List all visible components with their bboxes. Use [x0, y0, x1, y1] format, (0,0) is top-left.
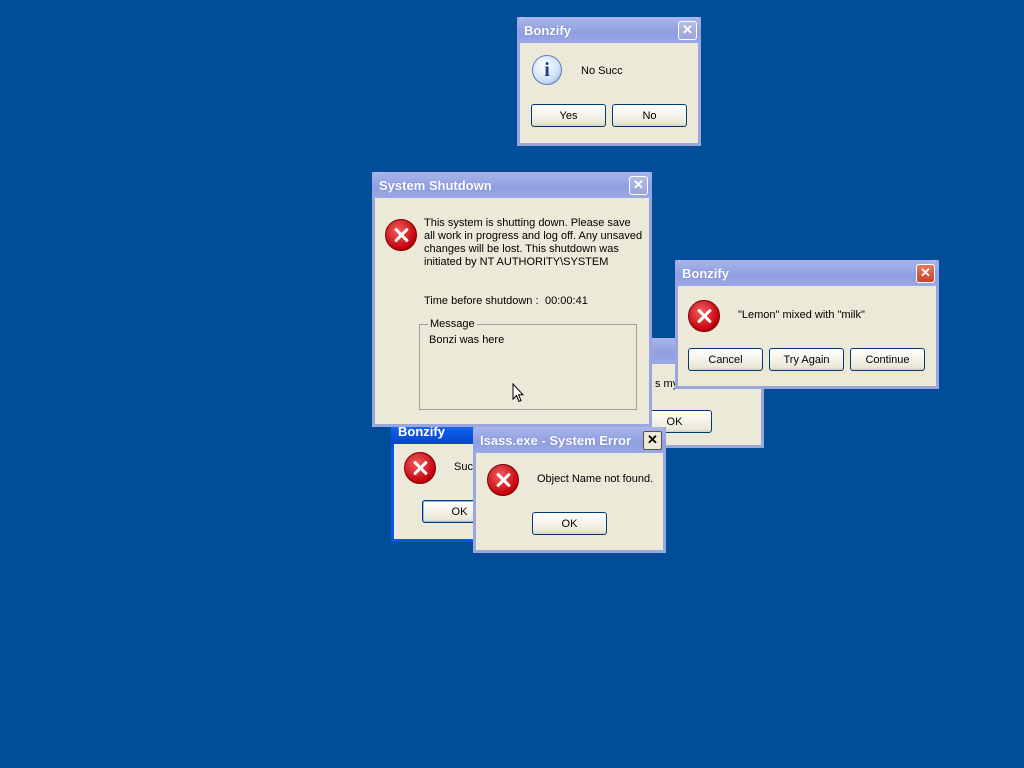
shutdown-timer-value: 00:00:41 [545, 295, 588, 307]
no-button[interactable]: No [612, 104, 687, 127]
error-icon [385, 219, 417, 251]
shutdown-message: This system is shutting down. Please sav… [424, 217, 643, 268]
dialog-bonzify-lemon-title: Bonzify [682, 265, 729, 281]
error-icon [688, 300, 720, 332]
dialog-bonzify-lemon-titlebar[interactable]: Bonzify ✕ [675, 260, 939, 286]
dialog-bonzify-lemon-message: "Lemon" mixed with "milk" [738, 309, 865, 321]
mouse-cursor-icon [512, 383, 524, 403]
try-again-button[interactable]: Try Again [769, 348, 844, 371]
dialog-bonzify-lemon: Bonzify ✕ "Lemon" mixed with "milk" Canc… [675, 260, 939, 389]
lsass-ok-button[interactable]: OK [532, 512, 607, 535]
dialog-bonzify-active-message: Suc [454, 461, 473, 473]
close-icon[interactable]: ✕ [678, 20, 697, 40]
dialog-system-shutdown: System Shutdown ✕ This system is shuttin… [372, 172, 652, 427]
continue-button[interactable]: Continue [850, 348, 925, 371]
dialog-lsass-error: lsass.exe - System Error ✕ Object Name n… [473, 427, 666, 553]
dialog-lsass-error-message: Object Name not found. [537, 473, 654, 485]
close-icon[interactable]: ✕ [643, 430, 662, 450]
shutdown-message-text: Bonzi was here [429, 334, 505, 346]
dialog-bonzify-info-title: Bonzify [524, 22, 571, 38]
close-icon[interactable]: ✕ [629, 175, 648, 195]
error-icon [487, 464, 519, 496]
shutdown-message-group: Message Bonzi was here [419, 318, 637, 410]
shutdown-message-group-label: Message [430, 318, 475, 330]
dialog-system-shutdown-title: System Shutdown [379, 177, 492, 193]
close-icon[interactable]: ✕ [916, 263, 935, 283]
dialog-bonzify-info-message: No Succ [581, 65, 623, 77]
dialog-lsass-error-titlebar[interactable]: lsass.exe - System Error ✕ [473, 427, 666, 453]
dialog-system-shutdown-titlebar[interactable]: System Shutdown ✕ [372, 172, 652, 198]
dialog-bonzify-info-titlebar[interactable]: Bonzify ✕ [517, 17, 701, 43]
yes-button[interactable]: Yes [531, 104, 606, 127]
error-icon [404, 452, 436, 484]
dialog-lsass-error-title: lsass.exe - System Error [480, 432, 632, 448]
shutdown-timer-label: Time before shutdown : [424, 295, 539, 307]
cancel-button[interactable]: Cancel [688, 348, 763, 371]
dialog-bonzify-info: Bonzify ✕ i No Succ Yes No [517, 17, 701, 146]
info-icon: i [532, 55, 562, 85]
